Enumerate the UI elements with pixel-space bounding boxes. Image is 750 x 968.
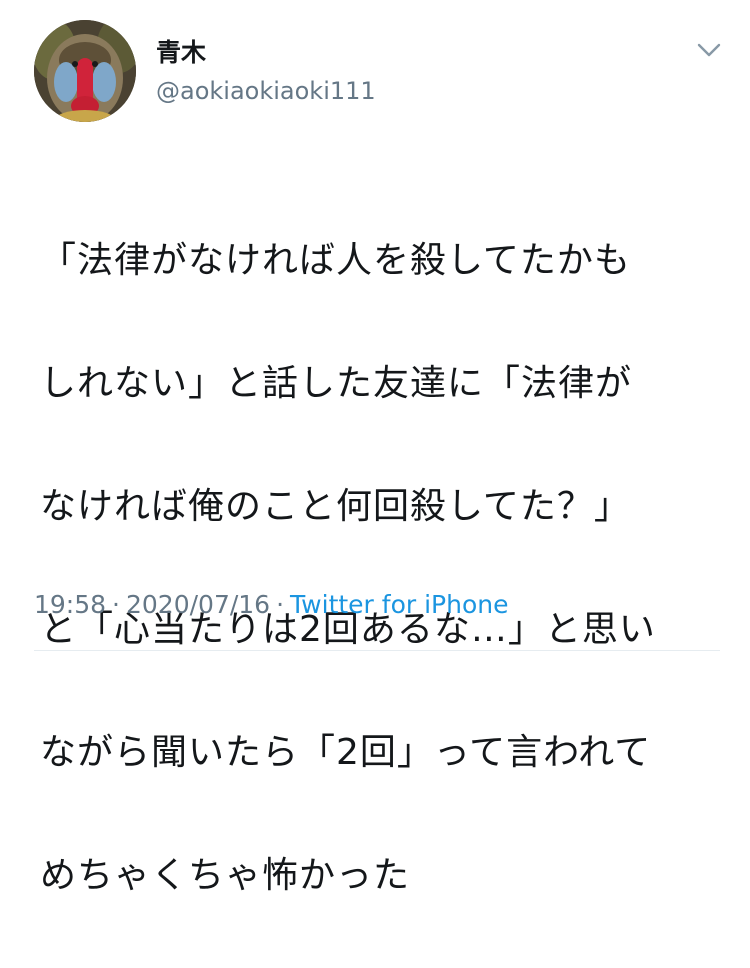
tweet-text-line: ながら聞いたら「2回」って言われて [40, 731, 652, 773]
tweet-date[interactable]: 2020/07/16 [126, 590, 270, 619]
tweet-card: 青木 @aokiaokiaoki111 「法律がなければ人を殺してたかも しれな… [0, 0, 750, 896]
tweet-text-line: 「法律がなければ人を殺してたかも [40, 239, 631, 281]
tweet-text-line: しれない」と話した友達に「法律が [40, 362, 633, 404]
tweet-source-link[interactable]: Twitter for iPhone [290, 590, 508, 619]
avatar[interactable] [34, 20, 136, 122]
tweet-text-line: めちゃくちゃ怖かった [40, 854, 411, 896]
tweet-text-line: なければ俺のこと何回殺してた？」 [40, 485, 631, 527]
mandrill-avatar-icon [34, 20, 136, 122]
meta-separator: · [276, 590, 285, 619]
display-name[interactable]: 青木 [156, 38, 206, 68]
user-handle[interactable]: @aokiaokiaoki111 [156, 76, 376, 106]
tweet-meta: 19:58 · 2020/07/16 · Twitter for iPhone [34, 588, 509, 622]
tweet-time[interactable]: 19:58 [34, 590, 106, 619]
divider [34, 650, 720, 651]
tweet-text: 「法律がなければ人を殺してたかも しれない」と話した友達に「法律が なければ俺の… [40, 168, 730, 968]
meta-separator: · [112, 590, 120, 619]
chevron-down-icon[interactable] [696, 40, 722, 60]
